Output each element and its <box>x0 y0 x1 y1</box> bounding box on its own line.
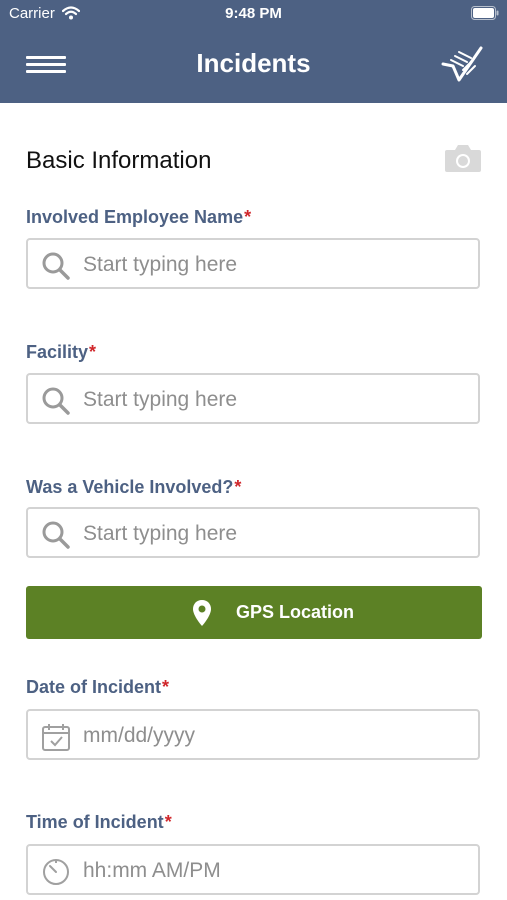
section-title: Basic Information <box>26 147 212 174</box>
required-marker: * <box>234 477 242 497</box>
employee-search-input[interactable]: Start typing here <box>26 238 480 289</box>
search-icon <box>42 521 70 549</box>
status-time: 9:48 PM <box>225 5 282 22</box>
battery-icon <box>471 6 499 20</box>
camera-icon[interactable] <box>444 143 482 173</box>
location-pin-icon <box>193 600 211 626</box>
facility-label: Facility* <box>26 342 97 362</box>
status-bar: Carrier 9:48 PM <box>0 0 507 28</box>
time-input[interactable]: hh:mm AM/PM <box>26 844 480 895</box>
gps-location-label: GPS Location <box>236 602 355 622</box>
facility-search-input[interactable]: Start typing here <box>26 373 480 424</box>
vehicle-placeholder: Start typing here <box>83 522 238 545</box>
date-placeholder: mm/dd/yyyy <box>83 724 196 747</box>
time-placeholder: hh:mm AM/PM <box>83 859 221 882</box>
date-input[interactable]: mm/dd/yyyy <box>26 709 480 760</box>
search-icon <box>42 387 70 415</box>
employee-placeholder: Start typing here <box>83 253 238 276</box>
logo-icon[interactable] <box>441 46 483 82</box>
clock-icon <box>43 859 69 885</box>
facility-placeholder: Start typing here <box>83 388 238 411</box>
required-marker: * <box>244 207 252 227</box>
required-marker: * <box>162 677 170 697</box>
gps-location-button[interactable]: GPS Location <box>26 586 482 639</box>
date-label: Date of Incident* <box>26 677 170 697</box>
vehicle-search-input[interactable]: Start typing here <box>26 507 480 558</box>
required-marker: * <box>89 342 97 362</box>
header-bar: Carrier 9:48 PM Incidents <box>0 0 507 103</box>
calendar-icon <box>42 724 70 751</box>
vehicle-label: Was a Vehicle Involved?* <box>26 477 242 497</box>
time-label: Time of Incident* <box>26 812 172 832</box>
employee-label: Involved Employee Name* <box>26 207 252 227</box>
page-title: Incidents <box>196 48 311 78</box>
search-icon <box>42 252 70 280</box>
required-marker: * <box>164 812 172 832</box>
